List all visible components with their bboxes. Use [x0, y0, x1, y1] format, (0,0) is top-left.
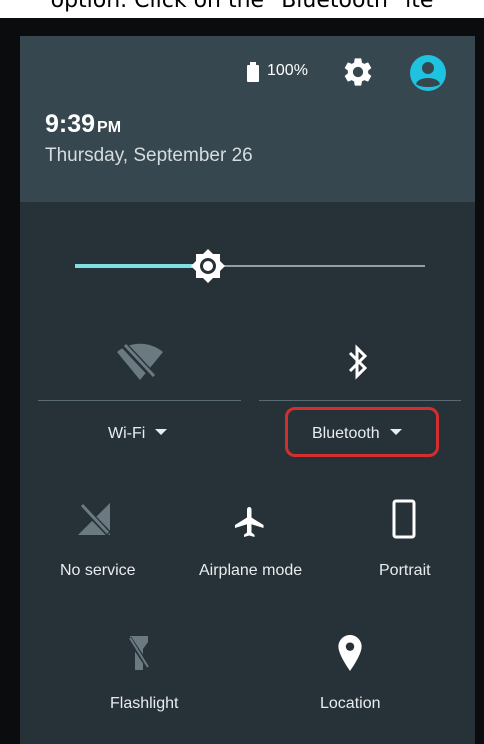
flashlight-label[interactable]: Flashlight — [110, 695, 178, 713]
wifi-divider — [38, 400, 241, 401]
phone-portrait-icon[interactable] — [392, 499, 416, 539]
battery-percent: 100% — [267, 62, 308, 79]
bluetooth-icon[interactable] — [347, 344, 369, 380]
no-signal-icon[interactable] — [78, 501, 112, 537]
bluetooth-divider — [259, 400, 461, 401]
brightness-slider[interactable] — [75, 246, 425, 286]
portrait-label[interactable]: Portrait — [379, 562, 431, 580]
quick-settings-panel: 100% 9:39 PM Thursday, September 26 Wi-F… — [20, 36, 475, 744]
battery-icon — [247, 62, 259, 82]
flashlight-icon[interactable] — [128, 634, 150, 672]
clock-time: 9:39 PM — [45, 110, 121, 139]
wifi-label-text: Wi-Fi — [108, 425, 146, 442]
location-label[interactable]: Location — [320, 695, 381, 713]
no-service-label[interactable]: No service — [60, 562, 136, 580]
status-header: 100% 9:39 PM Thursday, September 26 — [20, 36, 475, 202]
airplane-icon[interactable] — [232, 504, 268, 540]
user-avatar-icon[interactable] — [410, 55, 446, 91]
bluetooth-highlight-box — [285, 407, 439, 457]
date-text: Thursday, September 26 — [45, 145, 253, 166]
time-value: 9:39 — [45, 110, 96, 138]
brightness-thumb-icon[interactable] — [190, 248, 226, 284]
settings-gear-icon[interactable] — [341, 55, 375, 89]
chevron-down-icon — [155, 429, 168, 435]
wifi-off-icon[interactable] — [115, 340, 165, 382]
wifi-label[interactable]: Wi-Fi — [108, 425, 168, 443]
location-pin-icon[interactable] — [337, 634, 363, 672]
brightness-fill — [75, 264, 208, 268]
airplane-mode-label[interactable]: Airplane mode — [199, 562, 302, 580]
time-ampm: PM — [97, 119, 122, 136]
screen-frame: 100% 9:39 PM Thursday, September 26 Wi-F… — [0, 18, 484, 744]
